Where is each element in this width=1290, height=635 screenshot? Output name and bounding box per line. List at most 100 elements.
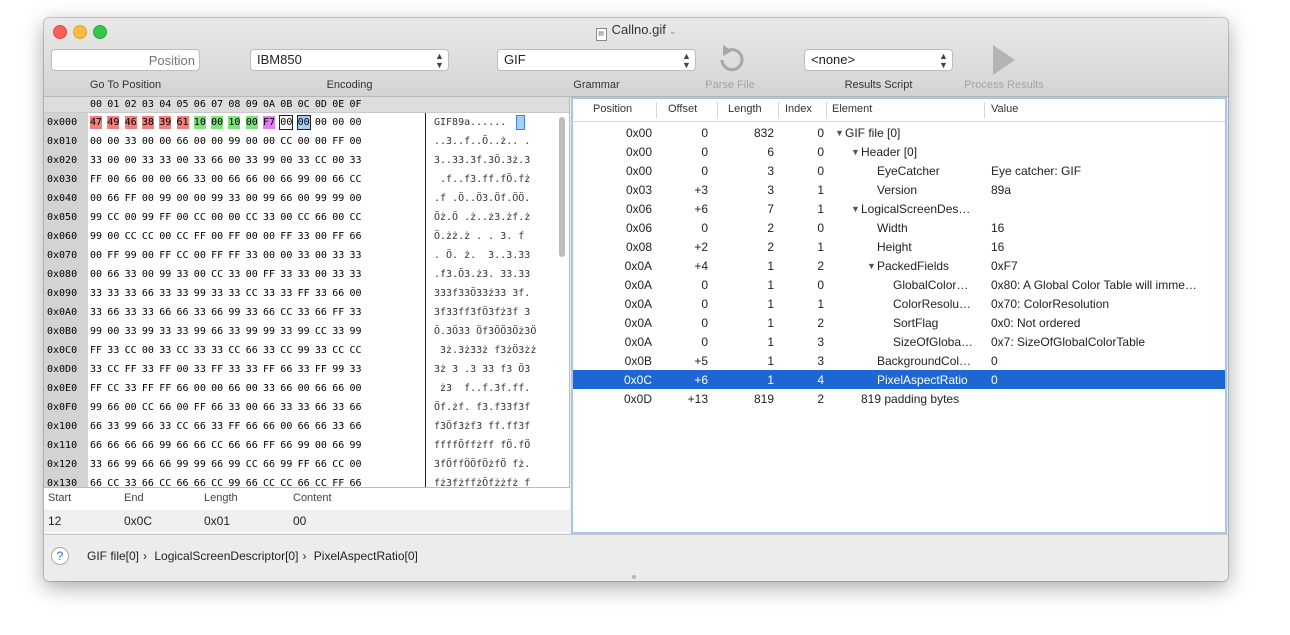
hex-byte[interactable]: 00: [211, 230, 223, 243]
hex-byte[interactable]: CC: [315, 154, 327, 167]
hex-byte[interactable]: 99: [194, 287, 206, 300]
hex-byte[interactable]: 33: [107, 344, 119, 357]
hex-byte[interactable]: 00: [159, 173, 171, 186]
play-icon[interactable]: [991, 44, 1017, 76]
hex-byte[interactable]: 99: [228, 135, 240, 148]
hex-ascii[interactable]: GIF89a......: [434, 116, 506, 129]
result-row[interactable]: 0x00 0 832 0 ▼ GIF file [0]: [573, 123, 1225, 142]
hex-byte[interactable]: 00: [107, 325, 119, 338]
hex-byte[interactable]: 33: [298, 363, 310, 376]
hex-byte[interactable]: FF: [211, 363, 223, 376]
hex-byte[interactable]: 00: [315, 268, 327, 281]
hex-byte[interactable]: 46: [124, 116, 137, 129]
hex-byte[interactable]: 00: [107, 173, 119, 186]
hex-byte[interactable]: FF: [107, 249, 119, 262]
hex-byte[interactable]: CC: [298, 211, 310, 224]
hex-byte[interactable]: CC: [211, 268, 223, 281]
position-input[interactable]: [51, 49, 200, 71]
hex-byte[interactable]: 33: [90, 363, 102, 376]
hex-byte[interactable]: 99: [142, 325, 154, 338]
hex-byte[interactable]: 33: [159, 287, 171, 300]
hex-byte[interactable]: 33: [332, 325, 344, 338]
hex-byte[interactable]: 99: [194, 458, 206, 471]
disclosure-triangle-icon[interactable]: ▼: [851, 145, 860, 159]
result-row[interactable]: 0x0A 0 1 2 SortFlag 0x0: Not ordered: [573, 313, 1225, 332]
hex-byte[interactable]: FF: [298, 287, 310, 300]
hex-byte[interactable]: 66: [280, 192, 292, 205]
hex-byte[interactable]: 00: [125, 401, 137, 414]
result-row[interactable]: 0x0A 0 1 3 SizeOfGloba… 0x7: SizeOfGlobalColo…: [573, 332, 1225, 351]
hex-byte[interactable]: 00: [177, 363, 189, 376]
hex-byte[interactable]: CC: [107, 211, 119, 224]
hex-byte[interactable]: FF: [125, 363, 137, 376]
hex-byte[interactable]: 00: [280, 154, 292, 167]
hex-byte[interactable]: 66: [332, 439, 344, 452]
hex-byte[interactable]: 00: [142, 249, 154, 262]
disclosure-triangle-icon[interactable]: ▼: [851, 202, 860, 216]
hex-byte[interactable]: 00: [177, 154, 189, 167]
hex-byte[interactable]: 66: [315, 211, 327, 224]
hex-byte[interactable]: 00: [228, 154, 240, 167]
hex-byte[interactable]: 33: [177, 325, 189, 338]
hex-byte[interactable]: 66: [263, 458, 275, 471]
hex-byte[interactable]: 99: [315, 192, 327, 205]
hex-byte[interactable]: 66: [246, 344, 258, 357]
refresh-icon[interactable]: [714, 42, 748, 76]
hex-byte[interactable]: 99: [350, 439, 362, 452]
hex-byte[interactable]: 66: [332, 382, 344, 395]
hex-byte[interactable]: 33: [246, 363, 258, 376]
hex-byte[interactable]: 00: [177, 401, 189, 414]
hex-ascii[interactable]: .f3.Ö3.ż3. 33.33: [434, 268, 530, 281]
hex-byte[interactable]: 33: [350, 154, 362, 167]
hex-byte[interactable]: 00: [246, 268, 258, 281]
hex-byte[interactable]: FF: [90, 173, 102, 186]
hex-byte[interactable]: F7: [263, 116, 276, 129]
hex-byte[interactable]: FF: [211, 249, 223, 262]
hex-byte[interactable]: CC: [350, 211, 362, 224]
hex-byte[interactable]: CC: [211, 439, 223, 452]
hex-byte[interactable]: CC: [142, 401, 154, 414]
hex-byte[interactable]: CC: [332, 344, 344, 357]
hex-byte[interactable]: 66: [107, 268, 119, 281]
disclosure-triangle-icon[interactable]: ▼: [867, 259, 876, 273]
hex-byte[interactable]: CC: [350, 344, 362, 357]
hex-ascii[interactable]: Ö.żż.ż . . 3. f: [434, 230, 524, 243]
hex-byte[interactable]: 00: [332, 154, 344, 167]
hex-byte[interactable]: 33: [263, 287, 275, 300]
hex-byte[interactable]: 99: [125, 249, 137, 262]
hex-byte[interactable]: CC: [332, 458, 344, 471]
hex-byte[interactable]: 33: [298, 306, 310, 319]
hex-byte[interactable]: 66: [350, 420, 362, 433]
result-row[interactable]: 0x06 0 2 0 Width 16: [573, 218, 1225, 237]
hex-byte[interactable]: CC: [107, 382, 119, 395]
hex-byte[interactable]: 66: [142, 287, 154, 300]
result-row[interactable]: 0x0B +5 1 3 BackgroundCol… 0: [573, 351, 1225, 370]
hex-byte[interactable]: 00: [280, 249, 292, 262]
hex-byte[interactable]: 33: [350, 249, 362, 262]
hex-byte[interactable]: 00: [142, 192, 154, 205]
hex-byte[interactable]: FF: [90, 344, 102, 357]
hex-byte[interactable]: 66: [315, 420, 327, 433]
hex-byte[interactable]: CC: [107, 363, 119, 376]
hex-byte[interactable]: CC: [246, 458, 258, 471]
hex-byte[interactable]: 00: [142, 344, 154, 357]
hex-byte[interactable]: 66: [350, 230, 362, 243]
hex-byte[interactable]: 33: [142, 363, 154, 376]
hex-ascii[interactable]: 3..33.3f.3Ö.3ż.3: [434, 154, 530, 167]
hex-byte[interactable]: 00: [211, 116, 224, 129]
hex-byte[interactable]: 33: [125, 287, 137, 300]
hex-byte[interactable]: 33: [298, 230, 310, 243]
hex-byte[interactable]: 99: [159, 192, 171, 205]
hex-byte[interactable]: CC: [280, 135, 292, 148]
col-index[interactable]: Index: [785, 103, 812, 115]
hex-byte[interactable]: 00: [142, 135, 154, 148]
hex-byte[interactable]: 33: [246, 249, 258, 262]
hex-byte[interactable]: FF: [228, 230, 240, 243]
hex-byte[interactable]: 66: [90, 420, 102, 433]
hex-byte[interactable]: 00: [107, 230, 119, 243]
hex-ascii[interactable]: ffffÖffżff fÖ.fÖ: [434, 439, 530, 452]
hex-byte[interactable]: 33: [298, 249, 310, 262]
hex-byte[interactable]: 99: [332, 192, 344, 205]
results-script-select[interactable]: <none> ▲ ▼: [804, 49, 953, 71]
hex-byte[interactable]: 00: [350, 382, 362, 395]
